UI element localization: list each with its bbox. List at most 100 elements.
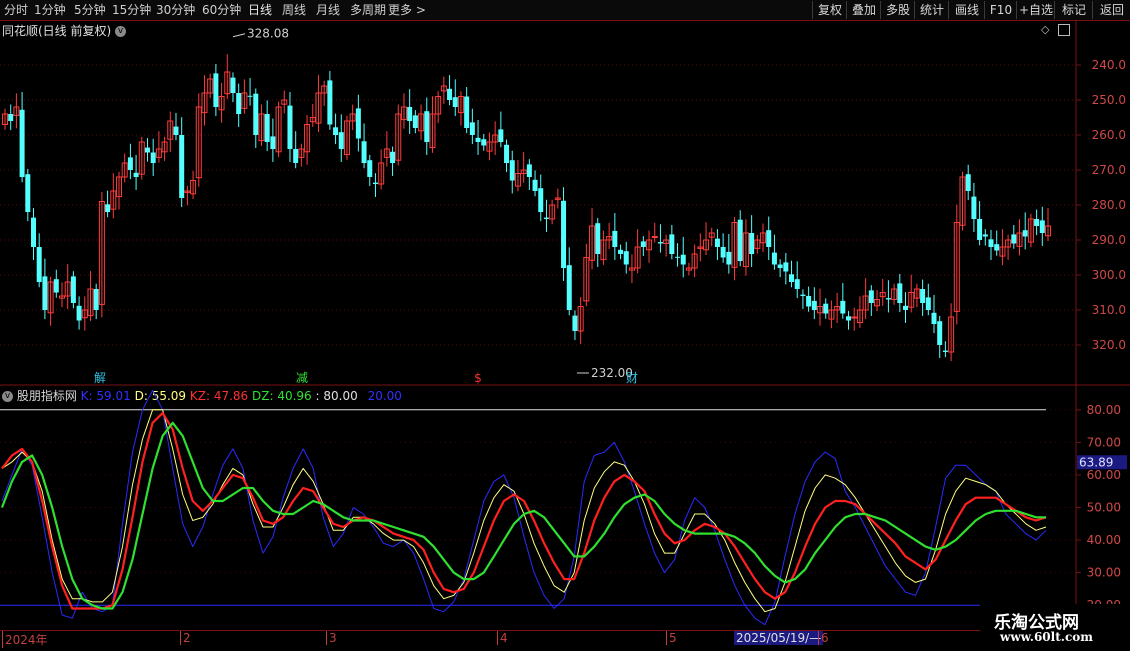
candle-down [42,276,48,310]
candle-down [424,111,430,142]
price-tick-label: 310.0 [1092,303,1126,317]
candle-down [806,296,812,307]
candle-down [526,164,532,177]
candle-down [811,300,817,310]
price-tick-label: 300.0 [1092,268,1126,282]
candle-down [333,127,339,135]
candle-down [93,289,99,310]
candle-down [885,298,891,300]
candle-down [447,88,453,100]
date-tick-4: 5 [666,631,677,645]
candle-down [412,115,418,128]
candle-down [777,264,783,268]
candle-down [669,234,675,254]
candle-down [994,244,1000,251]
candle-down [253,93,259,135]
price-tick-label: 270.0 [1092,163,1126,177]
candle-down [977,219,983,240]
candle-down [532,179,538,191]
candle-down [618,249,624,254]
candle-down [372,182,378,184]
current-value-text: 63.89 [1079,455,1113,469]
candle-up [651,236,658,238]
candle-down [247,95,253,97]
candle-down [572,315,578,331]
candle-down [236,93,242,114]
candle-down [452,97,458,107]
candle-down [1034,219,1040,226]
date-tick-5: 2025/05/19/— [734,631,824,645]
ind-tick-label: 50.00 [1087,501,1121,515]
candle-down [127,157,133,170]
candle-down [931,312,937,324]
candle-down [988,239,994,247]
candle-down [133,172,139,177]
watermark-logo: 乐淘公式网 www.60lt.com [980,604,1130,650]
price-tick-label: 250.0 [1092,93,1126,107]
candle-down [771,252,777,265]
candle-down [105,204,111,212]
price-tick-label: 320.0 [1092,338,1126,352]
candle-down [361,141,367,163]
candle-down [509,160,515,181]
candle-down [823,303,829,314]
candle-down [846,316,852,321]
candle-up [851,316,858,319]
series-line-kz [1,412,1047,610]
ind-tick-label: 30.00 [1087,566,1121,580]
candle-down [475,137,481,142]
candle-down [355,108,361,139]
candle-down [498,129,504,142]
series-line-dz [0,421,1046,610]
candle-down [179,135,185,198]
candle-down [30,217,36,247]
candle-down [726,251,732,265]
date-tick-6: 6 [818,631,829,645]
candle-down [566,265,572,310]
candle-down [737,219,743,261]
candle-down [173,126,179,135]
candle-down [789,274,795,282]
candle-down [749,233,755,254]
candle-down [287,105,293,149]
series-line-d [1,409,1047,613]
candle-down [800,294,806,296]
ind-tick-label: 80.00 [1087,403,1121,417]
candle-down [1011,234,1017,244]
candle-down [504,144,510,163]
candle-down [293,149,299,163]
candle-down [338,132,344,149]
candle-down [76,305,82,321]
candle-down [8,114,14,121]
date-tick-3: 4 [497,631,508,645]
candle-down [481,139,487,146]
candle-down [720,247,726,258]
candle-down [783,262,789,272]
candle-down [595,223,601,254]
price-tick-label: 260.0 [1092,128,1126,142]
candle-down [982,234,988,237]
candle-down [469,122,475,135]
candle-down [150,152,156,163]
candle-down [925,297,931,310]
price-tick-label: 240.0 [1092,58,1126,72]
candle-down [327,80,333,125]
candle-down [623,251,629,265]
candle-down [965,174,971,191]
candle-down [640,241,646,247]
candle-down [390,151,396,163]
candle-down [543,217,549,219]
candle-down [25,174,31,212]
date-tick-2: 3 [326,631,337,645]
candle-down [1022,230,1028,237]
candle-down [903,305,909,310]
candle-down [942,350,948,352]
candle-down [561,200,567,268]
candle-down [794,279,800,289]
candle-down [70,276,76,303]
chart-canvas[interactable]: 320.0310.0300.0290.0280.0270.0260.0250.0… [0,0,1130,650]
candle-down [19,109,25,177]
candle-down [657,242,663,244]
price-tick-label: 290.0 [1092,233,1126,247]
candle-down [407,107,413,121]
